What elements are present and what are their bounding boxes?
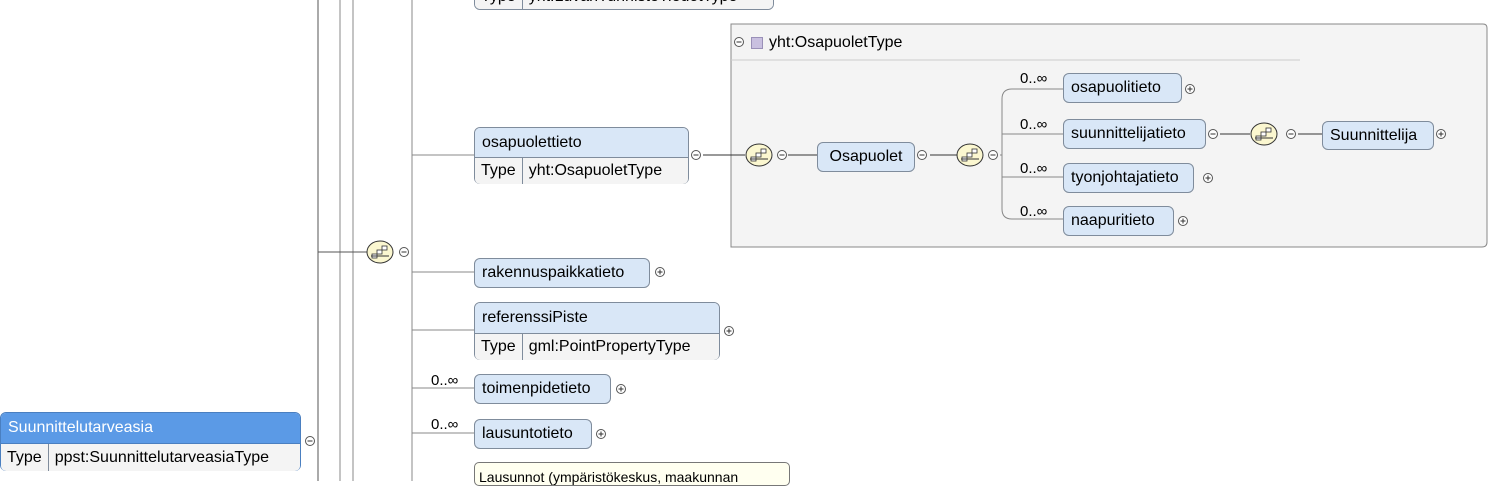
collapse-icon[interactable] [1286,129,1296,139]
type-label: Type [475,0,523,9]
element-root[interactable]: Suunnittelutarveasia Type ppst:Suunnitte… [0,412,301,471]
tooltip-text: Lausunnot (ympäristökeskus, maakunnan [479,469,739,485]
element-lausuntotieto[interactable]: lausuntotieto [474,419,592,449]
element-name: toimenpidetieto [482,380,591,397]
element-referenssiPiste[interactable]: referenssiPiste Type gml:PointPropertyTy… [474,302,720,360]
element-type: Type ppst:SuunnittelutarveasiaType [1,444,300,471]
type-value: yht:LuvanTunnisteTiedotType [523,0,744,9]
element-name: naapuritieto [1071,212,1155,229]
cardinality-toimenpidetieto: 0..∞ [431,372,459,389]
element-toimenpidetieto[interactable]: toimenpidetieto [474,374,611,404]
collapse-icon[interactable] [305,436,315,446]
sequence-compositor-icon[interactable] [1250,122,1278,146]
collapse-icon[interactable] [777,150,787,160]
type-value: gml:PointPropertyType [528,338,691,355]
element-name: Suunnittelija [1330,126,1418,144]
type-label: Type [475,158,523,184]
expand-icon[interactable] [1178,216,1188,226]
complex-type-header[interactable]: yht:OsapuoletType [733,34,902,52]
expand-icon[interactable] [616,384,626,394]
top-element-type: Type yht:LuvanTunnisteTiedotType [475,0,773,9]
element-name: osapuolettieto [475,128,688,158]
collapse-icon[interactable] [733,37,745,49]
element-osapuolet[interactable]: Osapuolet [817,142,915,172]
complex-type-icon [751,37,763,49]
element-name: rakennuspaikkatieto [482,264,625,281]
element-name: suunnittelijatieto [1071,125,1186,142]
complex-type-name: yht:OsapuoletType [769,34,903,51]
type-label: Type [1,444,49,471]
type-label: Type [475,334,523,360]
cardinality-osapuolitieto: 0..∞ [1020,70,1048,87]
cardinality-lausuntotieto: 0..∞ [431,416,459,433]
collapse-icon[interactable] [917,150,927,160]
expand-icon[interactable] [1203,173,1213,183]
type-value: yht:OsapuoletType [528,162,663,179]
element-osapuolettieto[interactable]: osapuolettieto Type yht:OsapuoletType [474,127,689,184]
annotation-tooltip: Lausunnot (ympäristökeskus, maakunnan [474,462,790,486]
type-value: ppst:SuunnittelutarveasiaType [54,448,270,466]
element-suunnittelija[interactable]: Suunnittelija [1322,121,1434,150]
cardinality-naapuritieto: 0..∞ [1020,203,1048,220]
element-naapuritieto[interactable]: naapuritieto [1063,206,1174,236]
schema-diagram-canvas [305,0,1488,481]
element-name: referenssiPiste [475,303,719,334]
element-suunnittelijatieto[interactable]: suunnittelijatieto [1063,119,1206,149]
collapse-icon[interactable] [988,150,998,160]
element-osapuolitieto[interactable]: osapuolitieto [1063,73,1182,103]
element-name: tyonjohtajatieto [1071,169,1179,186]
collapse-icon[interactable] [1208,129,1218,139]
element-type: Type yht:OsapuoletType [475,158,688,184]
sequence-compositor-icon[interactable] [956,143,984,167]
element-name: Osapuolet [829,148,903,165]
collapse-icon[interactable] [399,247,409,257]
expand-icon[interactable] [1185,84,1195,94]
cardinality-suunnittelijatieto: 0..∞ [1020,116,1048,133]
element-tyonjohtajatieto[interactable]: tyonjohtajatieto [1063,163,1194,193]
sequence-compositor-icon[interactable] [745,143,773,167]
element-name: Suunnittelutarveasia [1,413,300,444]
sequence-compositor-icon[interactable] [366,240,394,264]
cardinality-tyonjohtajatieto: 0..∞ [1020,160,1048,177]
expand-icon[interactable] [1436,129,1446,139]
element-rakennuspaikkatieto[interactable]: rakennuspaikkatieto [474,258,650,288]
top-element[interactable]: Type yht:LuvanTunnisteTiedotType [474,0,774,10]
expand-icon[interactable] [596,429,606,439]
element-type: Type gml:PointPropertyType [475,334,719,360]
element-name: osapuolitieto [1071,79,1161,96]
expand-icon[interactable] [655,267,665,277]
expand-icon[interactable] [724,326,734,336]
element-name: lausuntotieto [482,425,573,442]
collapse-icon[interactable] [691,150,701,160]
